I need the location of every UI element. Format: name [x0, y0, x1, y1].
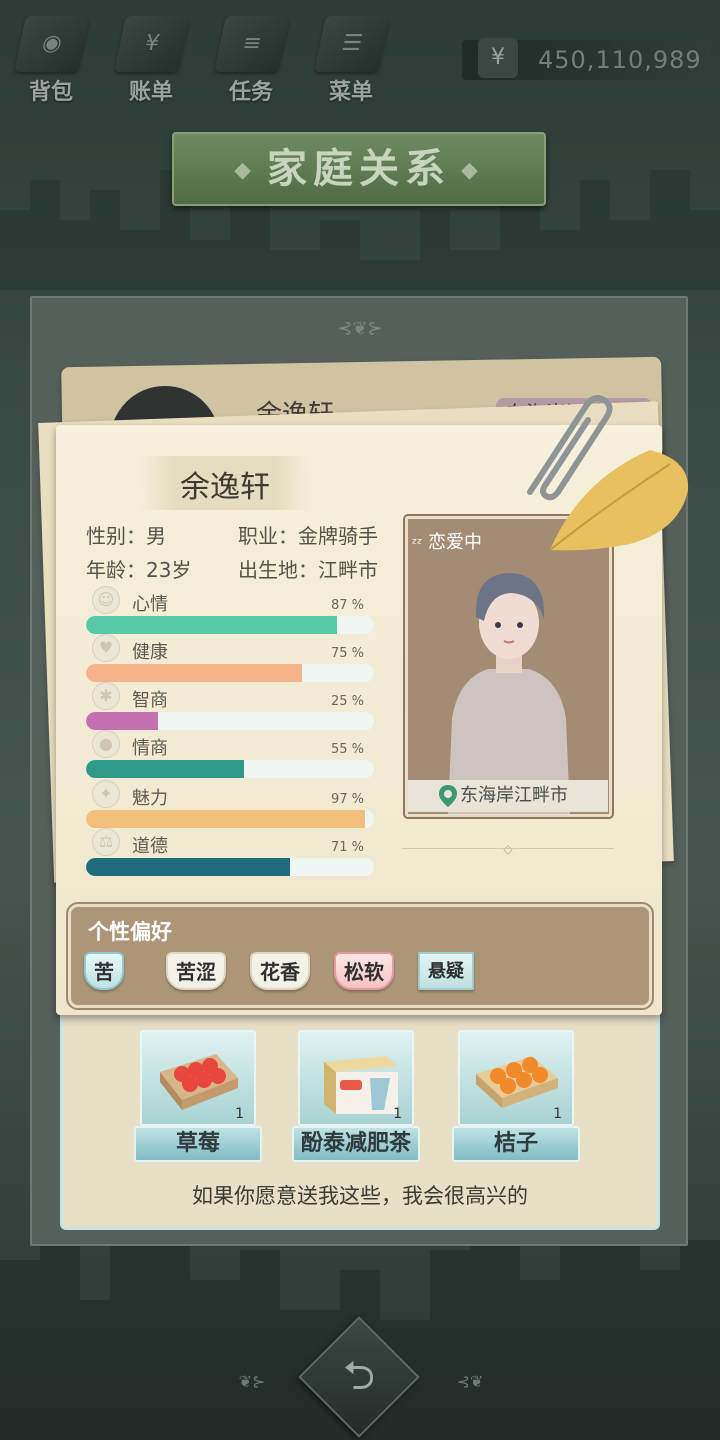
stat-bar-fill: [86, 858, 291, 876]
nav-task-label: 任务: [228, 80, 273, 105]
gift-item-strawberry[interactable]: 1 草莓: [134, 1030, 262, 1166]
stat-bar-fill: [86, 712, 158, 730]
ornament-divider: ◇: [402, 843, 614, 855]
preference-title: 个性偏好: [88, 920, 172, 944]
stat-bar-morality: [86, 858, 374, 876]
ornament-left: ❦⊱: [238, 1372, 266, 1391]
yen-icon: ¥: [478, 38, 518, 78]
status-text: 恋爱中: [428, 532, 482, 553]
gift-item-diet-tea[interactable]: 1 酚泰减肥茶: [292, 1030, 420, 1166]
stat-bar-health: [86, 664, 374, 682]
gift-label: 草莓: [134, 1126, 262, 1162]
stat-bar-fill: [86, 810, 366, 828]
stat-percent: 55 %: [330, 742, 364, 757]
character-name: 余逸轩: [180, 470, 270, 505]
preference-tag: 花香: [250, 952, 310, 990]
nav-bill-label: 账单: [128, 80, 173, 105]
top-nav: ◉ 背包 ¥ 账单 ≡ 任务 ☰ 菜单 ¥ 450,110,989: [0, 0, 720, 110]
gift-label: 酚泰减肥茶: [292, 1126, 420, 1162]
gift-label: 桔子: [452, 1126, 580, 1162]
relationship-status: ᶻᶻ 恋爱中: [412, 528, 482, 554]
gift-item-orange[interactable]: 1 桔子: [452, 1030, 580, 1166]
job-text: 职业：金牌骑手: [238, 524, 378, 548]
money-value: 450,110,989: [538, 46, 702, 74]
stat-label: 道德: [132, 836, 168, 857]
gift-slot: 1: [140, 1030, 256, 1126]
smile-icon: ☺: [92, 586, 120, 614]
character-portrait: [403, 514, 614, 819]
stat-bar-fill: [86, 664, 302, 682]
location-text: 东海岸江畔市: [460, 785, 568, 806]
preference-tag: 苦: [84, 952, 124, 990]
bulb-icon: ✱: [92, 682, 120, 710]
nav-task-button[interactable]: ≡ 任务: [208, 8, 294, 105]
stat-bar-mood: [86, 616, 374, 634]
stat-label: 健康: [132, 642, 168, 663]
preference-tag: 悬疑: [418, 952, 474, 990]
money-display: ¥ 450,110,989: [462, 38, 710, 80]
page-title: 家庭关系: [267, 146, 451, 192]
scale-icon: ⚖: [92, 828, 120, 856]
gift-slot: 1: [298, 1030, 414, 1126]
nav-menu-button[interactable]: ☰ 菜单: [308, 8, 394, 105]
birthplace-text: 出生地：江畔市: [238, 558, 378, 582]
diamond-icon: ◆: [461, 158, 484, 183]
stat-percent: 25 %: [330, 694, 364, 709]
preference-tag: 苦涩: [166, 952, 226, 990]
nav-backpack-label: 背包: [28, 80, 73, 105]
stat-label: 智商: [132, 690, 168, 711]
stat-percent: 87 %: [330, 598, 364, 613]
age-text: 年龄：23岁: [86, 558, 192, 582]
ginkgo-leaf-icon: [549, 450, 689, 551]
task-icon: ≡: [214, 16, 290, 72]
stat-bar-eq: [86, 760, 374, 778]
back-arrow-icon: ⮌: [342, 1353, 376, 1399]
stat-percent: 97 %: [330, 792, 364, 807]
preference-tag: 松软: [334, 952, 394, 990]
bill-icon: ¥: [114, 16, 190, 72]
nav-bill-button[interactable]: ¥ 账单: [108, 8, 194, 105]
character-figure: [448, 573, 570, 814]
gift-count: 1: [553, 1106, 562, 1122]
stat-label: 心情: [132, 594, 168, 615]
gender-text: 性别：男: [86, 524, 166, 548]
nav-menu-label: 菜单: [328, 80, 373, 105]
stat-percent: 75 %: [330, 646, 364, 661]
nav-backpack-button[interactable]: ◉ 背包: [8, 8, 94, 105]
heart-icon: ♥: [92, 634, 120, 662]
gift-count: 1: [393, 1106, 402, 1122]
stat-bar-fill: [86, 616, 337, 634]
backpack-icon: ◉: [14, 16, 90, 72]
sparkle-icon: ✦: [92, 780, 120, 808]
stat-bar-fill: [86, 760, 245, 778]
stat-bar-charm: [86, 810, 374, 828]
gift-slot: 1: [458, 1030, 574, 1126]
diamond-icon: ◆: [234, 158, 257, 183]
stat-bar-iq: [86, 712, 374, 730]
stat-label: 魅力: [132, 788, 168, 809]
stat-percent: 71 %: [330, 840, 364, 855]
ornament-right: ⊰❦: [456, 1372, 484, 1391]
gift-count: 1: [235, 1106, 244, 1122]
frame-ornament: ⊰❦⊱: [337, 318, 383, 339]
stat-label: 情商: [132, 738, 168, 759]
gift-message: 如果你愿意送我这些，我会很高兴的: [192, 1184, 528, 1208]
menu-icon: ☰: [314, 16, 390, 72]
location-pin-icon: [439, 785, 457, 807]
apple-icon: ●: [92, 730, 120, 758]
sleep-icon: ᶻᶻ: [412, 536, 423, 552]
page-title-banner: ◆ 家庭关系 ◆: [172, 132, 546, 206]
